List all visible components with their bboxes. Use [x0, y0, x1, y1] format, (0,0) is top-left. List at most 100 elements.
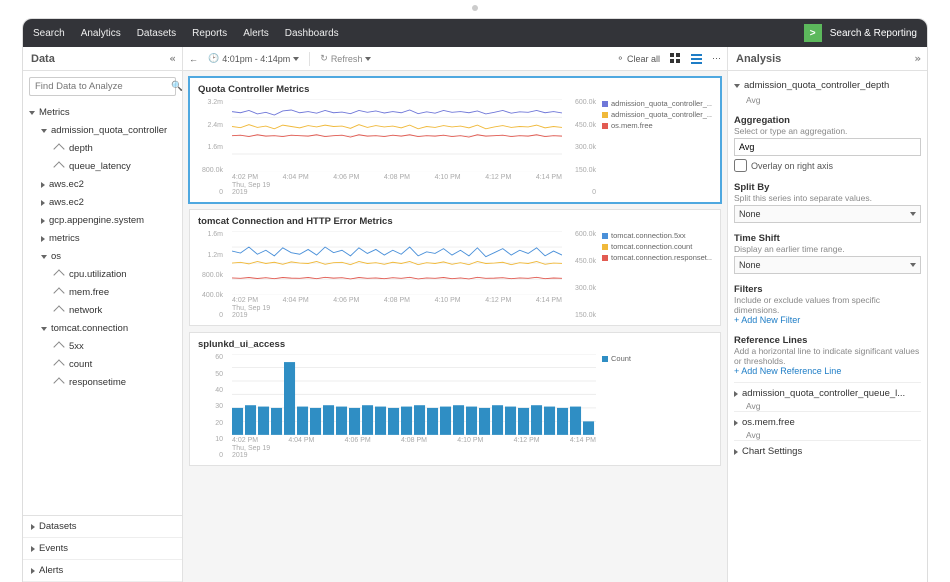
chevron-down-icon — [910, 212, 916, 216]
add-filter-link[interactable]: + Add New Filter — [734, 315, 921, 325]
tree-leaf[interactable]: queue_latency — [23, 158, 182, 176]
chevron-icon — [41, 255, 47, 259]
tree-item[interactable]: tomcat.connection — [23, 320, 182, 338]
chart-panel-splunkd[interactable]: splunkd_ui_access 6050403020100 4:02 PM4… — [189, 332, 721, 466]
analysis-panel: admission_quota_controller_depth Avg Agg… — [727, 71, 927, 582]
splitby-sub: Split this series into separate values. — [734, 193, 921, 203]
tree-metrics-root[interactable]: Metrics — [23, 104, 182, 122]
tree-leaf[interactable]: count — [23, 356, 182, 374]
charts-area: Quota Controller Metrics 3.2m2.4m1.6m800… — [183, 71, 727, 582]
nav-dashboards[interactable]: Dashboards — [285, 28, 339, 39]
legend-swatch — [602, 233, 608, 239]
legend-item[interactable]: tomcat.connection.responset... — [602, 253, 712, 262]
overlay-checkbox[interactable]: Overlay on right axis — [734, 159, 921, 172]
list-icon — [691, 53, 702, 64]
nav-search[interactable]: Search — [33, 28, 65, 39]
section-alerts[interactable]: Alerts — [23, 560, 182, 582]
top-nav-left: Search Analytics Datasets Reports Alerts… — [33, 28, 339, 39]
tree-leaf-label: mem.free — [69, 286, 109, 300]
tree-leaf[interactable]: cpu.utilization — [23, 266, 182, 284]
overlay-checkbox-input[interactable] — [734, 159, 747, 172]
collapser-label: Chart Settings — [742, 446, 802, 457]
data-search-box[interactable]: 🔍 — [29, 77, 176, 96]
divider — [309, 52, 310, 66]
analysis-collapser[interactable]: Chart Settings — [734, 440, 921, 459]
grid-view-button[interactable] — [670, 53, 681, 64]
tree-leaf[interactable]: 5xx — [23, 338, 182, 356]
y-axis-left: 6050403020100 — [198, 354, 226, 459]
tree-leaf[interactable]: network — [23, 302, 182, 320]
line-chart — [232, 99, 562, 172]
timeshift-select[interactable]: None — [734, 256, 921, 274]
filters-sub: Include or exclude values from specific … — [734, 295, 921, 315]
nav-analytics[interactable]: Analytics — [81, 28, 121, 39]
refresh-icon: ↻ — [320, 53, 328, 64]
tree-item[interactable]: os — [23, 248, 182, 266]
legend-item[interactable]: os.mem.free — [602, 121, 712, 130]
legend-item[interactable]: admission_quota_controller_... — [602, 99, 712, 108]
legend-item[interactable]: admission_quota_controller_... — [602, 110, 712, 119]
analysis-panel-header: Analysis » — [727, 47, 927, 70]
chevron-right-icon — [31, 568, 35, 574]
tree-item[interactable]: gcp.appengine.system — [23, 212, 182, 230]
tree-leaf[interactable]: mem.free — [23, 284, 182, 302]
more-button[interactable]: ⋯ — [712, 53, 721, 64]
legend-label: admission_quota_controller_... — [611, 99, 712, 108]
tree-leaf[interactable]: depth — [23, 140, 182, 158]
nav-datasets[interactable]: Datasets — [137, 28, 176, 39]
tree-leaf[interactable]: responsetime — [23, 374, 182, 392]
aggregation-input[interactable] — [734, 138, 921, 156]
legend-item[interactable]: Count — [602, 354, 712, 363]
tree-item[interactable]: admission_quota_controller — [23, 122, 182, 140]
collapse-right-icon[interactable]: » — [914, 52, 919, 65]
y-axis-left: 1.6m1.2m800.0k400.0k0 — [198, 231, 226, 319]
tree-leaf-label: responsetime — [69, 376, 126, 390]
tree-item-label: gcp.appengine.system — [49, 214, 144, 228]
chevron-right-icon — [734, 420, 738, 426]
data-search-input[interactable] — [35, 81, 167, 92]
chevron-icon — [41, 327, 47, 331]
panel-title: tomcat Connection and HTTP Error Metrics — [198, 216, 712, 227]
tree-item-label: os — [51, 250, 61, 264]
analysis-collapser[interactable]: os.mem.free — [734, 411, 921, 430]
section-label: Datasets — [39, 521, 77, 532]
time-range-picker[interactable]: 🕑 4:01pm - 4:14pm — [208, 53, 299, 64]
tree-item[interactable]: aws.ec2 — [23, 176, 182, 194]
tag-icon — [53, 359, 64, 370]
tree-item[interactable]: aws.ec2 — [23, 194, 182, 212]
analysis-head-item[interactable]: admission_quota_controller_depth — [734, 77, 921, 95]
metrics-tree: Metrics admission_quota_controllerdepthq… — [23, 102, 182, 396]
chevron-icon — [41, 129, 47, 133]
legend-item[interactable]: tomcat.connection.5xx — [602, 231, 712, 240]
legend-label: tomcat.connection.5xx — [611, 231, 686, 240]
collapser-sub: Avg — [734, 401, 921, 411]
refresh-button[interactable]: ↻ Refresh — [320, 53, 371, 64]
chevron-down-icon — [29, 111, 35, 115]
splunk-logo-icon: > — [804, 24, 822, 42]
collapse-left-icon[interactable]: « — [169, 52, 174, 65]
chart-panel-quota[interactable]: Quota Controller Metrics 3.2m2.4m1.6m800… — [189, 77, 721, 203]
analysis-collapser[interactable]: admission_quota_controller_queue_l... — [734, 382, 921, 401]
tree-leaf-label: 5xx — [69, 340, 84, 354]
x-axis-sublabel: Thu, Sep 192019 — [232, 305, 562, 319]
legend-label: tomcat.connection.count — [611, 242, 692, 251]
legend-label: os.mem.free — [611, 121, 653, 130]
dots-icon: ⋯ — [712, 53, 721, 64]
splitby-select[interactable]: None — [734, 205, 921, 223]
add-refline-link[interactable]: + Add New Reference Line — [734, 366, 921, 376]
section-datasets[interactable]: Datasets — [23, 516, 182, 538]
nav-reports[interactable]: Reports — [192, 28, 227, 39]
chevron-right-icon — [31, 524, 35, 530]
bar-chart — [232, 354, 596, 435]
x-axis-ticks: 4:02 PM4:04 PM4:06 PM4:08 PM4:10 PM4:12 … — [232, 437, 596, 444]
tree-item[interactable]: metrics — [23, 230, 182, 248]
legend-item[interactable]: tomcat.connection.count — [602, 242, 712, 251]
analysis-label: Analysis — [736, 53, 781, 65]
x-axis-sublabel: Thu, Sep 192019 — [232, 182, 562, 196]
section-events[interactable]: Events — [23, 538, 182, 560]
time-back-button[interactable]: ← — [189, 54, 198, 64]
list-view-button[interactable] — [691, 53, 702, 64]
chart-panel-tomcat[interactable]: tomcat Connection and HTTP Error Metrics… — [189, 209, 721, 326]
nav-alerts[interactable]: Alerts — [243, 28, 269, 39]
clear-all-button[interactable]: ⚬ Clear all — [616, 53, 660, 64]
